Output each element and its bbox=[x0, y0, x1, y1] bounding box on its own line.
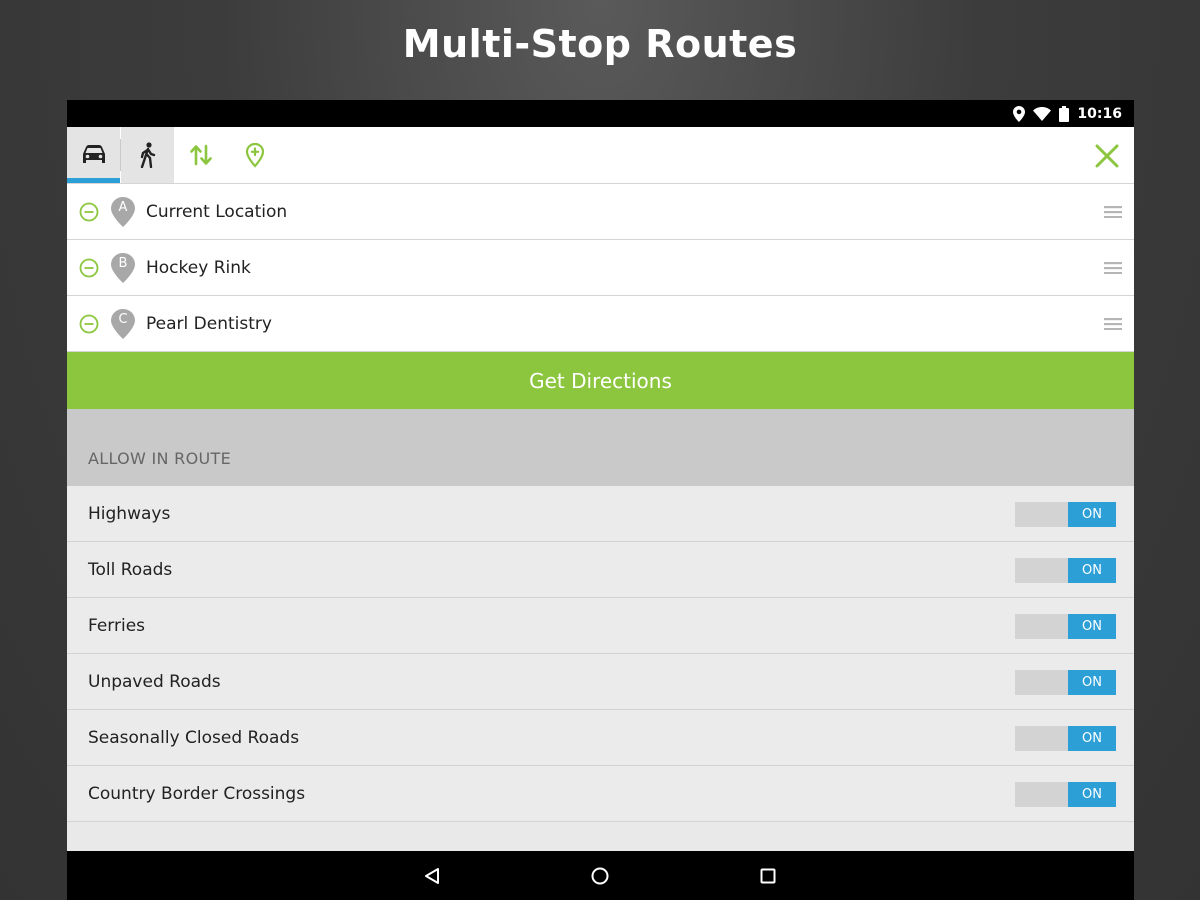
stop-marker-pin: C bbox=[111, 308, 135, 339]
option-row-ferries: Ferries ON bbox=[67, 598, 1134, 654]
android-nav-bar bbox=[67, 851, 1134, 900]
remove-stop-icon[interactable] bbox=[79, 202, 99, 222]
recents-button[interactable] bbox=[748, 851, 788, 900]
close-icon bbox=[1095, 144, 1119, 167]
car-mode-tab[interactable] bbox=[67, 127, 120, 183]
screenshot-headline: Multi-Stop Routes bbox=[402, 22, 798, 66]
location-icon bbox=[1013, 105, 1026, 122]
battery-icon bbox=[1059, 105, 1070, 122]
add-stop-button[interactable] bbox=[228, 127, 282, 183]
status-bar: 10:16 bbox=[67, 100, 1134, 127]
option-label: Unpaved Roads bbox=[88, 671, 221, 692]
toggle-on-label: ON bbox=[1068, 782, 1116, 807]
walk-mode-tab[interactable] bbox=[121, 127, 174, 183]
option-row-toll-roads: Toll Roads ON bbox=[67, 542, 1134, 598]
stop-label[interactable]: Current Location bbox=[146, 202, 287, 222]
stop-row-c[interactable]: C Pearl Dentistry bbox=[67, 296, 1134, 352]
get-directions-button[interactable]: Get Directions bbox=[67, 352, 1134, 409]
highways-toggle[interactable]: ON bbox=[1015, 502, 1116, 527]
option-label: Ferries bbox=[88, 615, 146, 636]
option-label: Seasonally Closed Roads bbox=[88, 727, 300, 748]
stop-row-a[interactable]: A Current Location bbox=[67, 184, 1134, 240]
seasonally-closed-roads-toggle[interactable]: ON bbox=[1015, 726, 1116, 751]
recents-square-icon bbox=[760, 868, 776, 883]
swap-stops-button[interactable] bbox=[174, 127, 228, 183]
stop-letter: C bbox=[118, 311, 128, 327]
stop-marker-pin: B bbox=[111, 252, 135, 283]
remove-stop-icon[interactable] bbox=[79, 258, 99, 278]
ferries-toggle[interactable]: ON bbox=[1015, 614, 1116, 639]
toggle-on-label: ON bbox=[1068, 726, 1116, 751]
unpaved-roads-toggle[interactable]: ON bbox=[1015, 670, 1116, 695]
remove-stop-icon[interactable] bbox=[79, 314, 99, 334]
drag-handle-icon[interactable] bbox=[1104, 318, 1122, 330]
option-label: Country Border Crossings bbox=[88, 783, 306, 804]
option-row-highways: Highways ON bbox=[67, 486, 1134, 542]
status-time: 10:16 bbox=[1077, 105, 1122, 122]
toggle-on-label: ON bbox=[1068, 558, 1116, 583]
add-location-pin-icon bbox=[245, 142, 265, 168]
close-button[interactable] bbox=[1092, 127, 1122, 184]
back-button[interactable] bbox=[412, 851, 452, 900]
stop-row-b[interactable]: B Hockey Rink bbox=[67, 240, 1134, 296]
toggle-on-label: ON bbox=[1068, 502, 1116, 527]
option-row-seasonally-closed-roads: Seasonally Closed Roads ON bbox=[67, 710, 1134, 766]
wifi-icon bbox=[1033, 106, 1052, 121]
toggle-on-label: ON bbox=[1068, 614, 1116, 639]
stop-letter: A bbox=[118, 199, 128, 215]
stop-label[interactable]: Hockey Rink bbox=[146, 258, 251, 278]
tablet-screen: 10:16 A Current Location B Hockey Rink C… bbox=[67, 100, 1134, 900]
drag-handle-icon[interactable] bbox=[1104, 262, 1122, 274]
route-toolbar bbox=[67, 127, 1134, 184]
option-row-country-border-crossings: Country Border Crossings ON bbox=[67, 766, 1134, 822]
option-row-unpaved-roads: Unpaved Roads ON bbox=[67, 654, 1134, 710]
stop-marker-pin: A bbox=[111, 196, 135, 227]
country-border-crossings-toggle[interactable]: ON bbox=[1015, 782, 1116, 807]
stop-label[interactable]: Pearl Dentistry bbox=[146, 314, 272, 334]
car-icon bbox=[82, 145, 105, 163]
option-label: Toll Roads bbox=[88, 559, 173, 580]
toggle-on-label: ON bbox=[1068, 670, 1116, 695]
drag-handle-icon[interactable] bbox=[1104, 206, 1122, 218]
allow-in-route-header: ALLOW IN ROUTE bbox=[67, 409, 1134, 486]
back-triangle-icon bbox=[425, 867, 439, 884]
stop-letter: B bbox=[118, 255, 128, 271]
option-label: Highways bbox=[88, 503, 171, 524]
home-button[interactable] bbox=[580, 851, 620, 900]
walking-person-icon bbox=[140, 142, 155, 168]
home-circle-icon bbox=[591, 867, 609, 884]
toll-roads-toggle[interactable]: ON bbox=[1015, 558, 1116, 583]
swap-arrows-icon bbox=[190, 144, 212, 166]
